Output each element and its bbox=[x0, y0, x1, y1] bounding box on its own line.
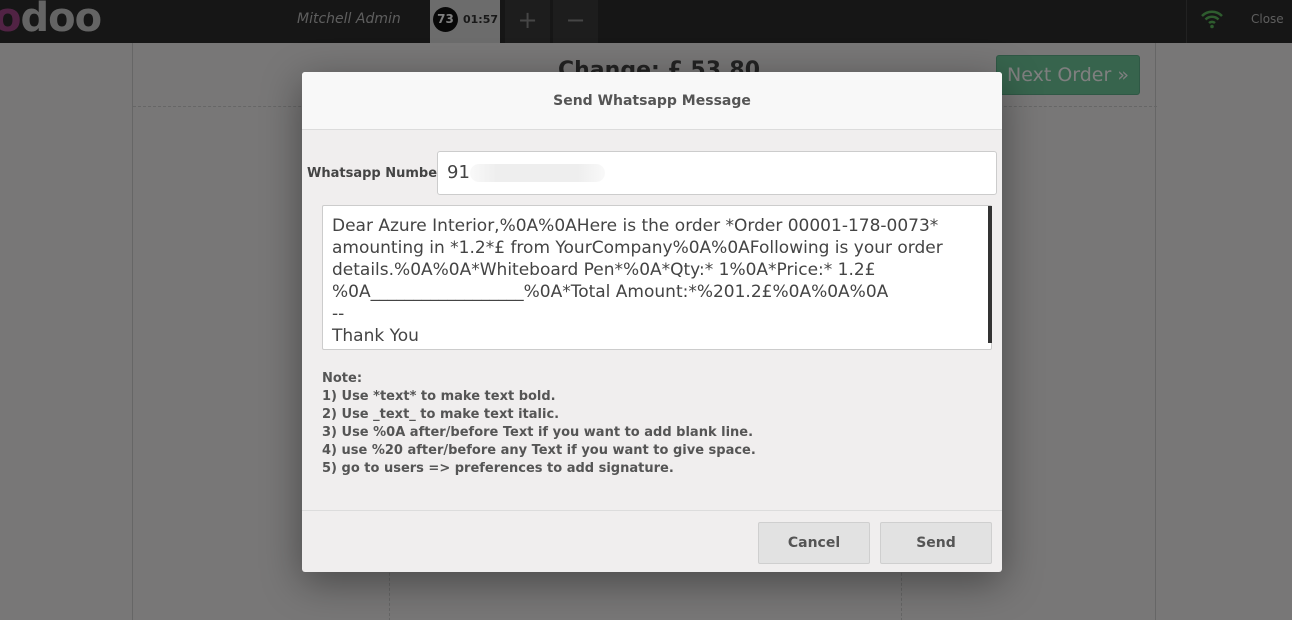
note-item: 3) Use %0A after/before Text if you want… bbox=[322, 425, 754, 440]
cancel-button[interactable]: Cancel bbox=[758, 522, 870, 564]
note-item: 2) Use _text_ to make text italic. bbox=[322, 407, 560, 422]
usage-notes: Note: 1) Use *text* to make text bold. 2… bbox=[322, 370, 756, 478]
message-textarea[interactable]: Dear Azure Interior,%0A%0AHere is the or… bbox=[322, 205, 992, 350]
note-item: 4) use %20 after/before any Text if you … bbox=[322, 443, 756, 458]
redacted-number bbox=[470, 164, 605, 182]
whatsapp-message-dialog: Send Whatsapp Message Whatsapp Number 91… bbox=[302, 72, 1002, 572]
whatsapp-number-label: Whatsapp Number bbox=[307, 166, 444, 181]
dialog-footer-divider bbox=[302, 510, 1002, 511]
dialog-header: Send Whatsapp Message bbox=[302, 72, 1002, 130]
note-item: 1) Use *text* to make text bold. bbox=[322, 389, 556, 404]
message-scrollbar[interactable] bbox=[988, 206, 992, 343]
send-button[interactable]: Send bbox=[880, 522, 992, 564]
notes-heading: Note: bbox=[322, 371, 363, 386]
dialog-title: Send Whatsapp Message bbox=[553, 93, 751, 109]
note-item: 5) go to users => preferences to add sig… bbox=[322, 461, 674, 476]
